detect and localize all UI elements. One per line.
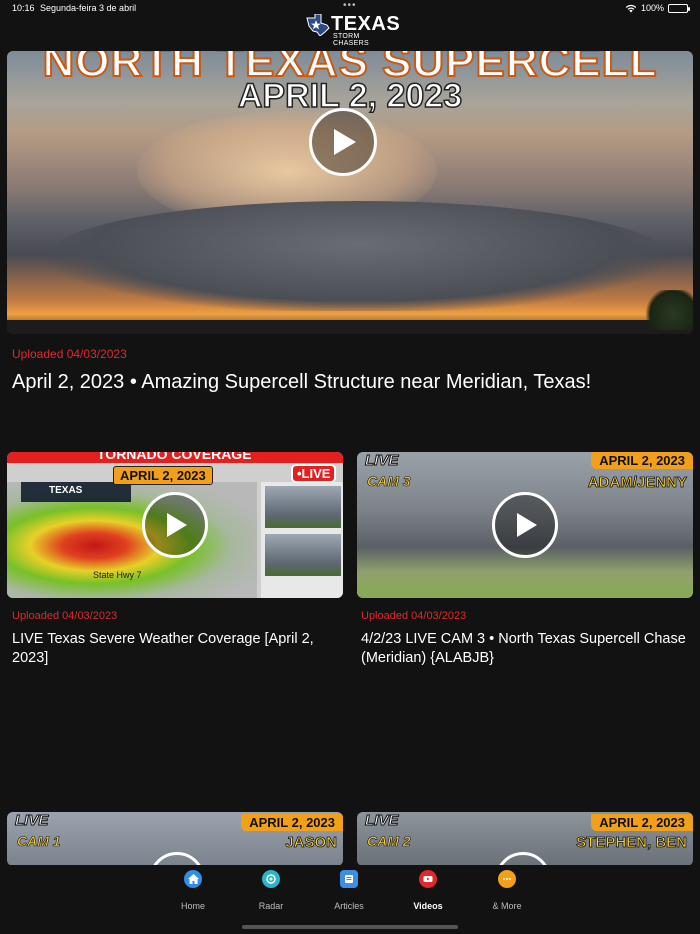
thumbnail-live: LIVE (14, 812, 49, 830)
video-title[interactable]: 4/2/23 LIVE CAM 3 • North Texas Supercel… (361, 630, 691, 668)
play-icon[interactable] (149, 852, 205, 866)
video-title[interactable]: LIVE Texas Severe Weather Coverage [Apri… (12, 630, 342, 668)
texas-star-icon (306, 14, 330, 36)
tab-radar[interactable]: Radar (241, 870, 301, 911)
wifi-icon (625, 4, 637, 12)
tab-articles[interactable]: Articles (319, 870, 379, 911)
app-logo: TEXAS STORM CHASERS (305, 13, 400, 47)
thumbnail-cam: CAM 2 (367, 833, 411, 850)
tab-videos[interactable]: Videos (398, 870, 458, 911)
video-thumbnail-4[interactable]: LIVE CAM 2 APRIL 2, 2023 STEPHEN, BEN (357, 812, 693, 866)
play-icon[interactable] (495, 852, 551, 866)
videos-icon (419, 870, 437, 888)
thumbnail-live: LIVE (364, 452, 399, 470)
tab-more[interactable]: & More (477, 870, 537, 911)
logo-subtitle: STORM CHASERS (333, 33, 369, 47)
thumbnail-date: APRIL 2, 2023 (113, 466, 213, 485)
thumbnail-date: APRIL 2, 2023 (591, 452, 693, 469)
thumbnail-names: ADAM/JENNY (587, 474, 687, 492)
thumbnail-names: STEPHEN, BEN (576, 834, 688, 852)
tab-label: Home (180, 901, 205, 911)
play-icon[interactable] (492, 492, 558, 558)
thumbnail-date: APRIL 2, 2023 (591, 814, 693, 831)
more-icon (498, 870, 516, 888)
thumbnail-horizon (7, 320, 693, 334)
tab-home[interactable]: Home (163, 870, 223, 911)
thumbnail-live: LIVE (364, 812, 399, 830)
status-right: 100% (625, 3, 690, 13)
thumbnail-cloud (47, 201, 667, 311)
thumbnail-field (357, 584, 693, 598)
play-icon[interactable] (309, 108, 377, 176)
articles-icon (340, 870, 358, 888)
thumbnail-banner: TORNADO COVERAGE (7, 452, 343, 463)
tab-bar: Home Radar Articles Videos & More (0, 865, 700, 934)
thumbnail-date: APRIL 2, 2023 (241, 814, 343, 831)
thumbnail-cam: CAM 1 (17, 833, 61, 850)
featured-uploaded-date: Uploaded 04/03/2023 (12, 347, 127, 361)
status-date: Segunda-feira 3 de abril (40, 3, 137, 13)
home-indicator[interactable] (242, 925, 458, 929)
home-icon (184, 870, 202, 888)
thumbnail-logo: TEXAS (21, 482, 131, 502)
video-uploaded-date: Uploaded 04/03/2023 (12, 610, 118, 622)
thumbnail-names: JASON (285, 834, 337, 852)
battery-icon (668, 3, 690, 13)
live-badge: •LIVE (291, 464, 337, 483)
tab-label: Videos (413, 901, 443, 911)
featured-video-title[interactable]: April 2, 2023 • Amazing Supercell Struct… (12, 371, 672, 394)
play-icon[interactable] (142, 492, 208, 558)
radar-icon (262, 870, 280, 888)
battery-percent: 100% (640, 3, 664, 13)
video-uploaded-date: Uploaded 04/03/2023 (361, 610, 467, 622)
tab-label: Articles (334, 901, 364, 911)
thumbnail-tree (643, 290, 693, 330)
featured-video-thumbnail[interactable]: NORTH TEXAS SUPERCELL APRIL 2, 2023 (7, 51, 693, 334)
tab-label: & More (492, 901, 522, 911)
thumbnail-cam: CAM 3 (367, 473, 411, 490)
road-label: State Hwy 7 (93, 570, 142, 580)
multitasking-dots-icon[interactable]: ••• (343, 0, 357, 11)
live-cam-feeds (261, 482, 343, 598)
status-time: 10:16 (12, 3, 35, 13)
tab-label: Radar (258, 901, 284, 911)
video-thumbnail-3[interactable]: LIVE CAM 1 APRIL 2, 2023 JASON (7, 812, 343, 866)
